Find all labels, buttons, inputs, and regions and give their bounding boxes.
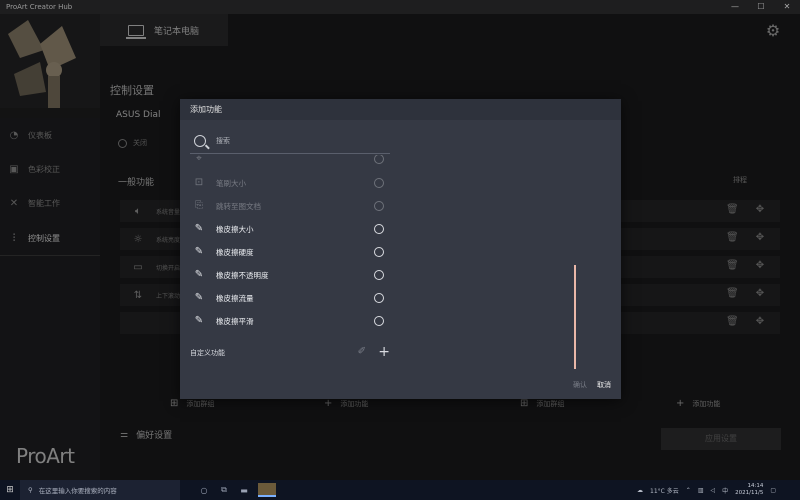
- list-item[interactable]: ✎ 橡皮擦大小: [190, 219, 390, 239]
- list-item[interactable]: ⊡ 笔刷大小: [190, 173, 390, 193]
- list-item[interactable]: ✎ 橡皮擦不透明度: [190, 265, 390, 285]
- list-item[interactable]: ⎘ 跳转至图文档: [190, 196, 390, 216]
- list-item-label: 橡皮擦大小: [216, 224, 254, 234]
- dialog-footer: 确认 取消: [573, 380, 611, 390]
- proart-app-icon[interactable]: [258, 483, 276, 497]
- close-button[interactable]: ✕: [774, 0, 800, 14]
- eraser-icon: ✎: [194, 315, 204, 326]
- list-item: ⌖: [190, 155, 390, 169]
- list-item-label: 橡皮擦平滑: [216, 316, 254, 326]
- search-icon: ⚲: [28, 486, 33, 494]
- list-item[interactable]: ✎ 橡皮擦硬度: [190, 242, 390, 262]
- doc-icon: ⎘: [195, 200, 203, 211]
- eraser-icon: ✎: [194, 246, 204, 257]
- confirm-button[interactable]: 确认: [573, 380, 587, 390]
- resize-icon: ⊡: [194, 177, 204, 188]
- cancel-button[interactable]: 取消: [597, 380, 611, 390]
- radio-icon[interactable]: [374, 247, 384, 257]
- weather-icon: ☁: [637, 486, 644, 494]
- radio-icon[interactable]: [374, 178, 384, 188]
- windows-start-icon[interactable]: ⊞: [0, 480, 20, 500]
- search-input[interactable]: [216, 136, 376, 145]
- taskbar-search[interactable]: ⚲ 在这里输入你要搜索的内容: [20, 480, 180, 500]
- taskbar-search-text: 在这里输入你要搜索的内容: [38, 487, 117, 495]
- tool-icon: ⌖: [196, 155, 202, 164]
- window-controls: — ☐ ✕: [722, 0, 800, 14]
- radio-icon[interactable]: [374, 293, 384, 303]
- radio-icon[interactable]: [374, 270, 384, 280]
- dialog-title: 添加功能: [190, 105, 222, 114]
- volume-icon[interactable]: ◁: [710, 487, 715, 494]
- search-box[interactable]: [190, 128, 390, 154]
- cortana-icon[interactable]: ○: [194, 486, 214, 495]
- radio-icon[interactable]: [374, 224, 384, 234]
- edit-icon[interactable]: ✐: [358, 346, 366, 357]
- add-function-dialog: 添加功能 ⌖ ⊡ 笔刷大小 ⎘ 跳转至图文档 ✎ 橡皮擦大小 ✎ 橡皮擦硬度: [180, 99, 621, 399]
- weather-text: 11°C 多云: [650, 487, 679, 495]
- network-icon[interactable]: ▥: [698, 487, 704, 494]
- search-icon: [194, 134, 206, 147]
- clock-time: 14:14: [747, 483, 764, 489]
- explorer-icon[interactable]: ▬: [234, 486, 254, 495]
- minimize-button[interactable]: —: [722, 0, 748, 14]
- list-item[interactable]: ✎ 橡皮擦流量: [190, 288, 390, 308]
- radio-icon[interactable]: [374, 201, 384, 211]
- clock-date: 2021/11/5: [735, 490, 764, 496]
- task-view-icon[interactable]: ⧉: [214, 485, 234, 495]
- list-item-label: 跳转至图文档: [216, 201, 261, 211]
- eraser-icon: ✎: [194, 269, 204, 280]
- custom-function-label: 自定义功能: [190, 349, 225, 357]
- clock[interactable]: 14:14 2021/11/5: [735, 483, 763, 497]
- title-bar: ProArt Creator Hub — ☐ ✕: [0, 0, 800, 14]
- app-title: ProArt Creator Hub: [6, 3, 73, 11]
- list-item[interactable]: ✎ 橡皮擦平滑: [190, 311, 390, 331]
- chevron-up-icon[interactable]: ⌃: [686, 487, 691, 494]
- radio-icon: [374, 155, 384, 164]
- ime-icon[interactable]: 中: [722, 486, 728, 495]
- radio-icon[interactable]: [374, 316, 384, 326]
- eraser-icon: ✎: [194, 292, 204, 303]
- dialog-header: 添加功能: [180, 99, 621, 120]
- taskbar: ⊞ ⚲ 在这里输入你要搜索的内容 ○ ⧉ ▬ ☁ 11°C 多云 ⌃ ▥ ◁ 中…: [0, 480, 800, 500]
- function-option-list[interactable]: ⌖ ⊡ 笔刷大小 ⎘ 跳转至图文档 ✎ 橡皮擦大小 ✎ 橡皮擦硬度 ✎ 橡皮擦不…: [190, 155, 390, 345]
- list-item-label: 橡皮擦流量: [216, 293, 254, 303]
- custom-function-row: 自定义功能 ✐ +: [190, 343, 390, 363]
- list-item-label: 笔刷大小: [216, 178, 246, 188]
- eraser-icon: ✎: [194, 223, 204, 234]
- list-item-label: 橡皮擦不透明度: [216, 270, 269, 280]
- list-item-label: 橡皮擦硬度: [216, 247, 254, 257]
- list-scrollbar[interactable]: [574, 265, 576, 369]
- system-tray: ☁ 11°C 多云 ⌃ ▥ ◁ 中 14:14 2021/11/5 ▢: [637, 480, 776, 500]
- maximize-button[interactable]: ☐: [748, 0, 774, 14]
- notification-icon[interactable]: ▢: [770, 487, 776, 494]
- add-custom-plus-icon[interactable]: +: [378, 344, 390, 360]
